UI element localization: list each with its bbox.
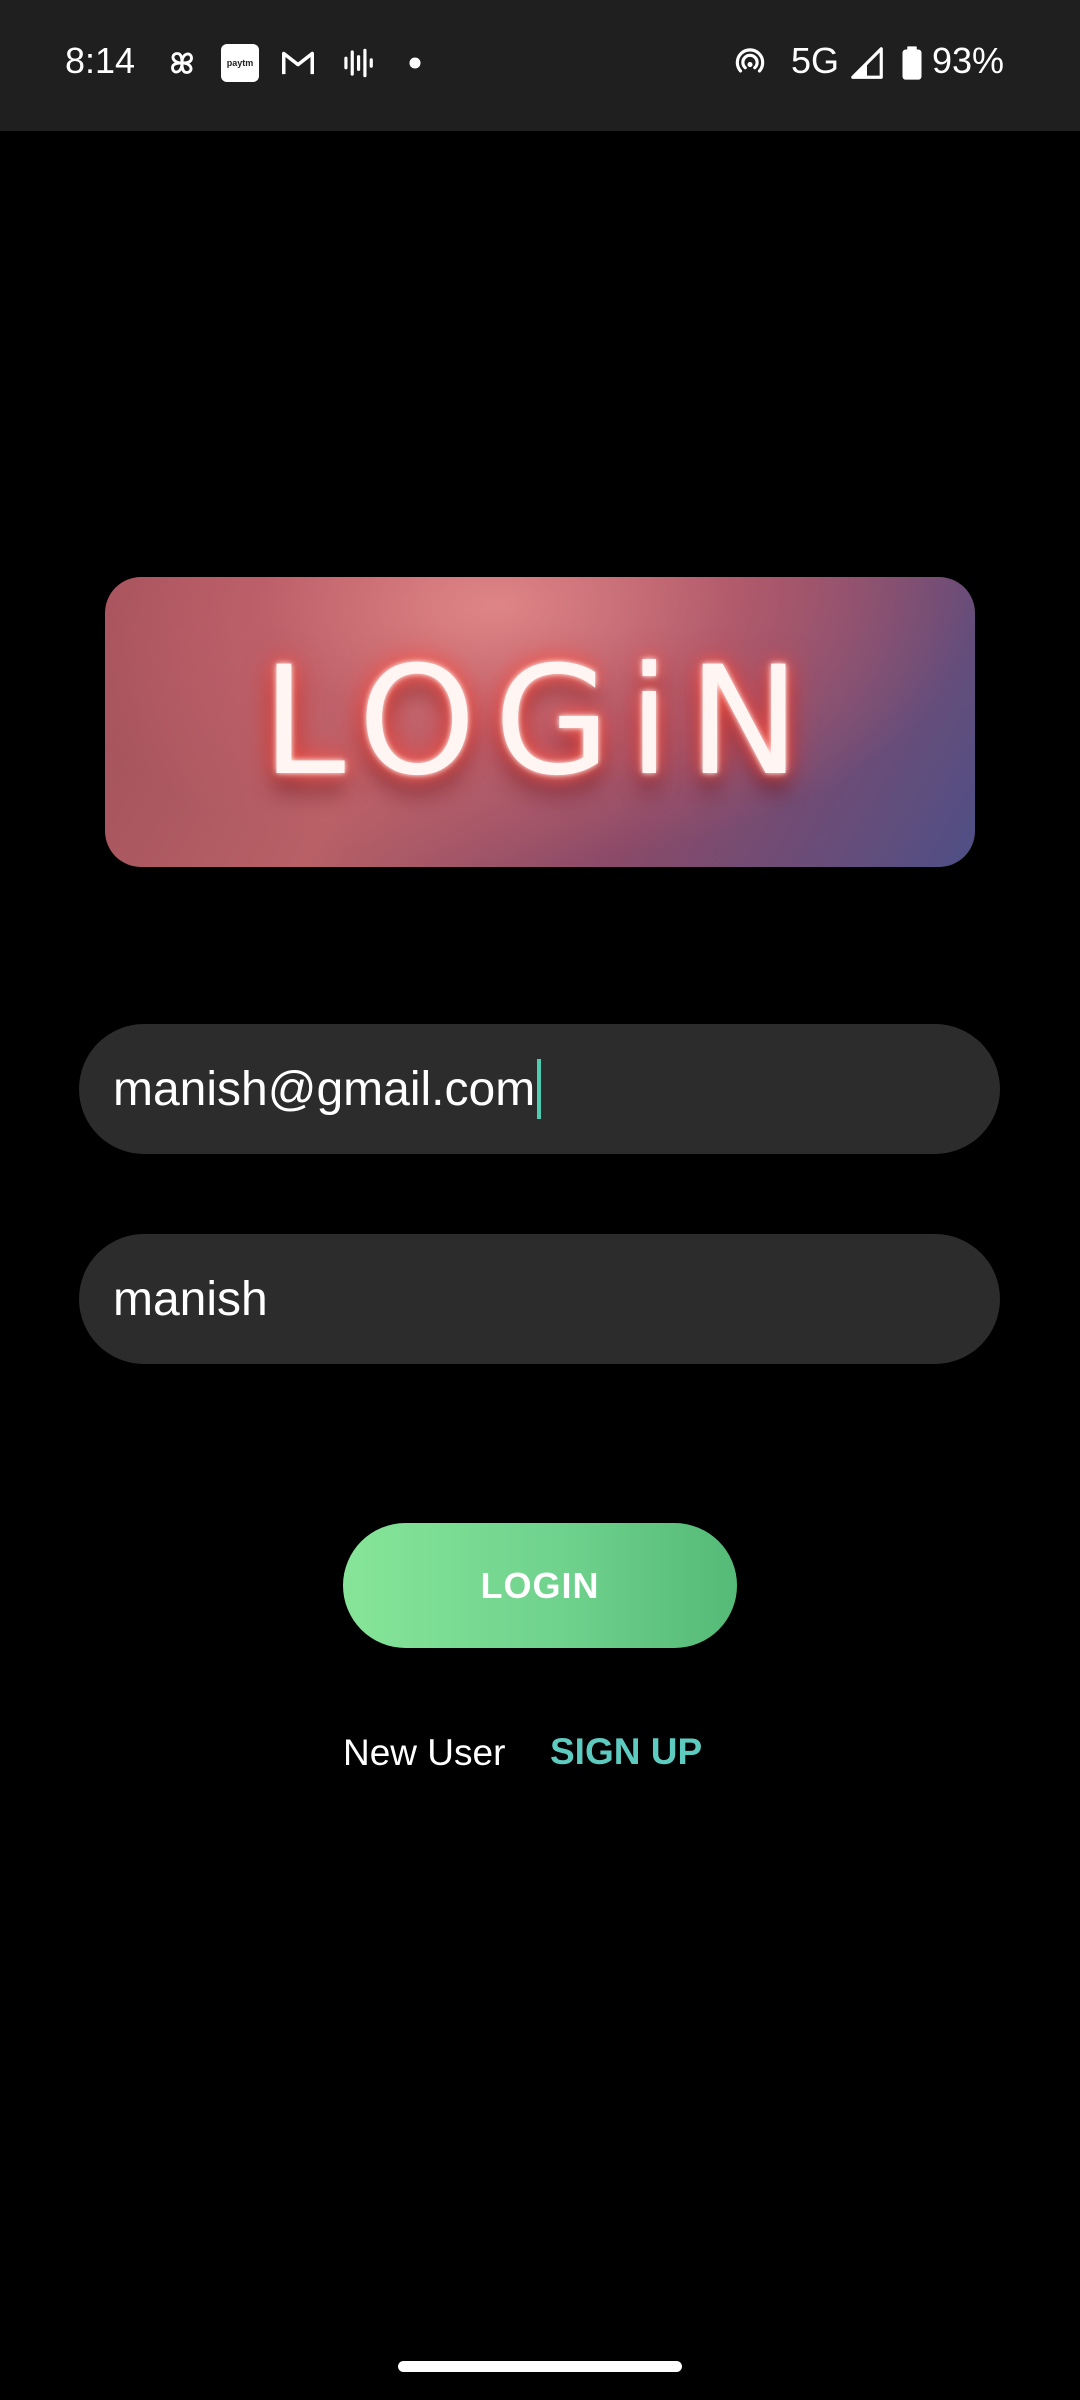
- voice-icon: [344, 48, 373, 78]
- password-field[interactable]: manish: [79, 1234, 1000, 1364]
- network-type: 5G: [791, 40, 840, 81]
- dot-icon: [409, 57, 421, 69]
- battery-percent: 93%: [932, 40, 1005, 81]
- hotspot-icon: [735, 48, 765, 73]
- gmail-icon: [282, 51, 314, 75]
- text-caret: [537, 1059, 542, 1119]
- status-time: 8:14: [65, 40, 136, 81]
- login-banner-image: LOGiN: [105, 577, 975, 867]
- signup-link[interactable]: SIGN UP: [550, 1731, 702, 1773]
- password-value: manish: [113, 1272, 268, 1326]
- signal-icon: [851, 47, 883, 79]
- home-indicator[interactable]: [398, 2361, 682, 2372]
- email-value: manish@gmail.com: [113, 1062, 536, 1116]
- login-button-label: LOGIN: [480, 1564, 600, 1606]
- banner-title: LOGiN: [261, 635, 819, 809]
- login-screen: 8:14 paytm 5G 93% LOGiN manish@gmail.com…: [0, 0, 1080, 2400]
- email-field[interactable]: manish@gmail.com: [79, 1024, 1000, 1154]
- status-bar: 8:14 paytm 5G 93%: [0, 0, 1080, 131]
- login-button[interactable]: LOGIN: [343, 1523, 737, 1648]
- paytm-icon: paytm: [221, 44, 259, 82]
- new-user-label: New User: [343, 1732, 506, 1773]
- pinwheel-icon: [171, 52, 193, 74]
- battery-icon: [902, 46, 922, 80]
